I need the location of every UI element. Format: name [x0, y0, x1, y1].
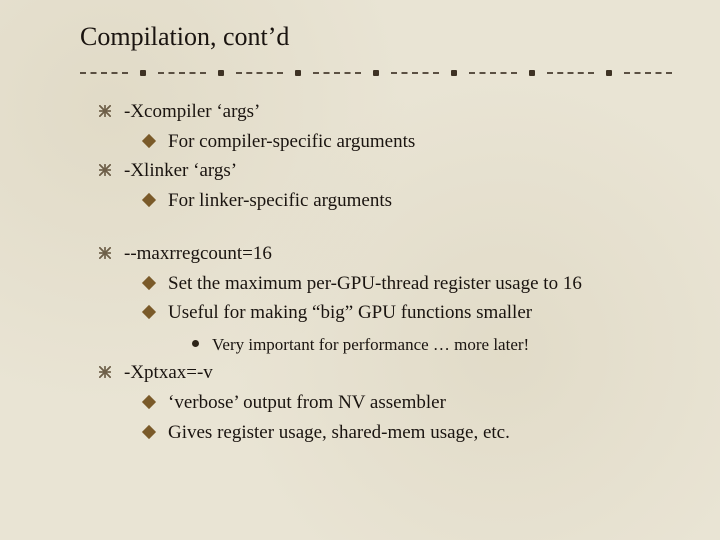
list-item: -Xlinker ‘args’ — [80, 157, 672, 185]
list-item: --maxrregcount=16 — [80, 240, 672, 268]
list-item: For linker-specific arguments — [80, 187, 672, 215]
slide-content: -Xcompiler ‘args’ For compiler-specific … — [80, 98, 672, 446]
list-item: -Xptxax=-v — [80, 359, 672, 387]
list-item: Very important for performance … more la… — [80, 333, 672, 358]
slide: Compilation, cont’d -Xcompiler ‘args’ Fo… — [0, 0, 720, 540]
bullet-group: --maxrregcount=16 Set the maximum per-GP… — [80, 240, 672, 446]
title-divider — [80, 66, 672, 80]
list-item: Set the maximum per-GPU-thread register … — [80, 270, 672, 298]
page-title: Compilation, cont’d — [80, 22, 672, 52]
list-item: Gives register usage, shared-mem usage, … — [80, 419, 672, 447]
list-item: ‘verbose’ output from NV assembler — [80, 389, 672, 417]
list-item: -Xcompiler ‘args’ — [80, 98, 672, 126]
list-item: For compiler-specific arguments — [80, 128, 672, 156]
bullet-group: -Xcompiler ‘args’ For compiler-specific … — [80, 98, 672, 214]
list-item: Useful for making “big” GPU functions sm… — [80, 299, 672, 327]
